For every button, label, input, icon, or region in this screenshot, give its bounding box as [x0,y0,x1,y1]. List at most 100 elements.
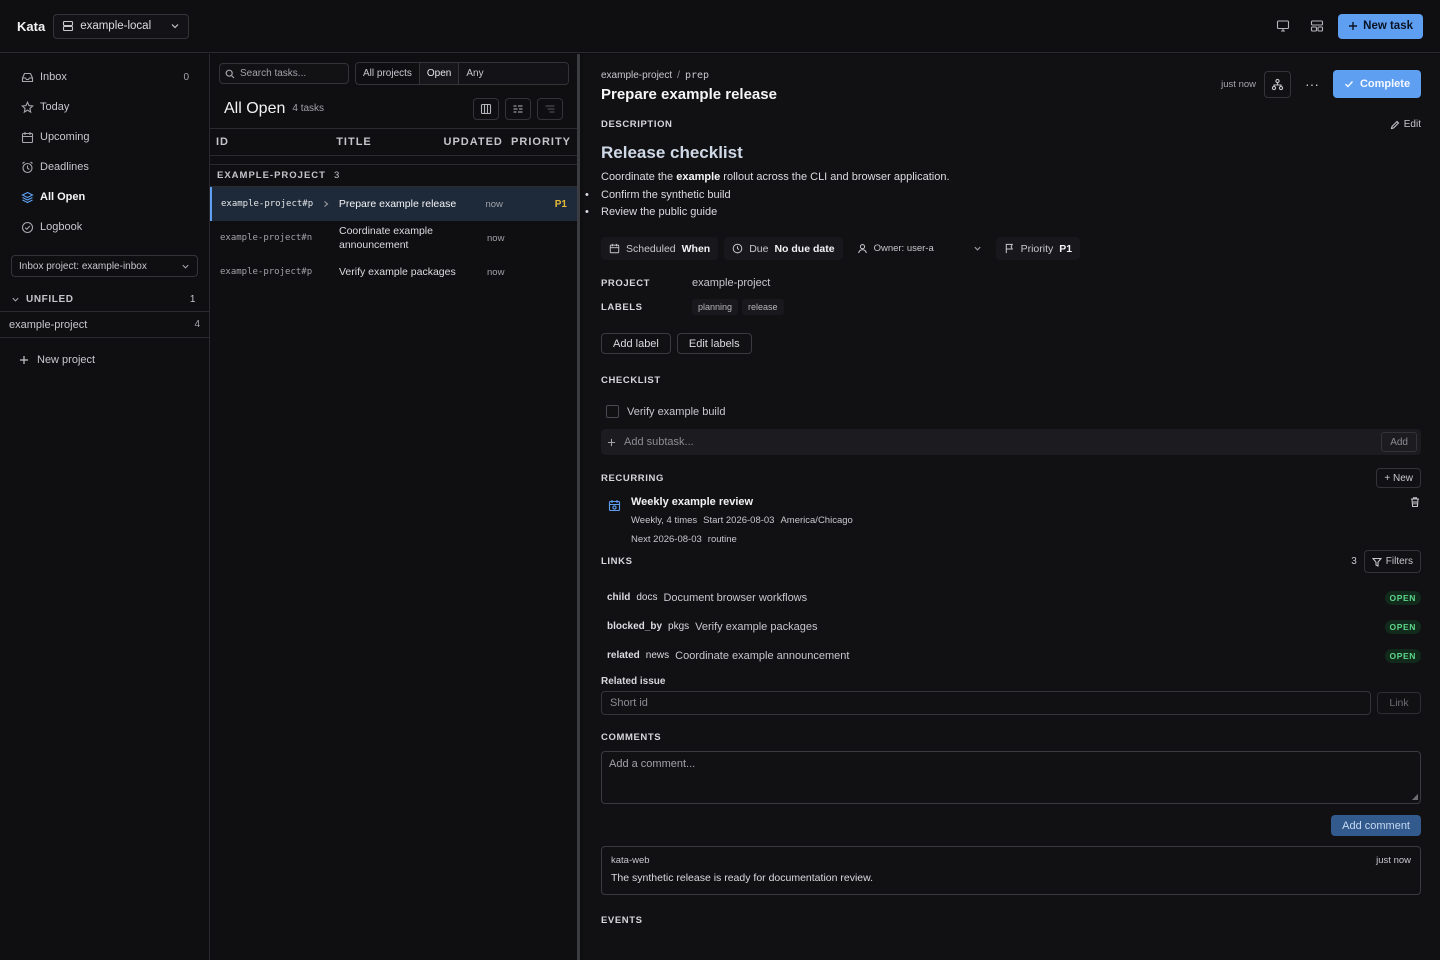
recurring-header: RECURRING + New [601,468,1421,488]
new-task-button[interactable]: New task [1338,13,1423,39]
related-issue-input[interactable]: Short id [601,691,1371,715]
search-icon [225,69,235,79]
link-row[interactable]: related news Coordinate example announce… [601,641,1421,670]
add-label-button[interactable]: Add label [601,333,671,354]
search-input[interactable]: Search tasks... [219,63,349,84]
link-row[interactable]: blocked_by pkgs Verify example packages … [601,612,1421,641]
task-updated: now [485,198,503,210]
list-item: Confirm the synthetic build [585,187,1421,204]
add-comment-button[interactable]: Add comment [1331,815,1421,836]
chevron-right-icon[interactable] [322,200,339,208]
events-label: EVENTS [601,915,643,926]
link-title: Coordinate example announcement [675,649,850,662]
comment-text: The synthetic release is ready for docum… [611,872,874,884]
priority-value: P1 [1059,242,1073,255]
link-row[interactable]: child docs Document browser workflows OP… [601,583,1421,612]
comment-textarea[interactable]: Add a comment... ◢ [601,751,1421,804]
unfiled-section-header[interactable]: UNFILED 1 [0,288,209,312]
columns-view-button[interactable] [473,97,499,120]
column-updated[interactable]: UPDATED [444,136,512,148]
app-brand: Kata [17,18,46,34]
description-paragraph: Coordinate the example rollout across th… [601,171,1421,183]
group-header[interactable]: EXAMPLE-PROJECT 3 [210,164,577,187]
edit-description-button[interactable]: Edit [1390,119,1421,130]
link-project: pkgs [668,621,690,632]
sidebar-item-label: Inbox [40,71,67,83]
recurring-details: Weekly, 4 times Start 2026-08-03 America… [631,515,1409,526]
project-key: PROJECT [601,277,651,289]
inbox-icon [21,71,34,84]
filters-button[interactable]: Filters [1363,550,1421,573]
project-filter-select[interactable]: All projects [356,63,420,84]
monitor-icon[interactable] [1270,13,1296,39]
list-title: All Open [224,99,286,117]
sidebar-project-example-project[interactable]: example-project 4 [0,312,209,338]
scheduled-label: Scheduled [626,242,676,255]
table-row[interactable]: example-project#n Coordinate example ann… [210,221,577,255]
add-subtask-field[interactable]: Add subtask... Add [601,429,1421,455]
hierarchy-button[interactable] [1264,70,1291,98]
sidebar-item-deadlines[interactable]: Deadlines [0,152,209,182]
description-text: rollout across the CLI and browser appli… [720,171,950,183]
status-badge: OPEN [1384,619,1421,634]
sidebar-item-all-open[interactable]: All Open [0,182,209,212]
add-subtask-button[interactable]: Add [1381,432,1417,452]
chevron-down-icon [170,21,180,31]
sidebar-item-today[interactable]: Today [0,92,209,122]
task-title: Verify example packages [339,266,456,278]
filter-bar: Search tasks... All projects Open Any [210,54,577,85]
sidebar-item-logbook[interactable]: Logbook [0,212,209,242]
priority-filter-select[interactable]: Any [459,63,568,84]
column-id[interactable]: ID [216,136,336,148]
calendar-icon [609,243,620,254]
priority-chip[interactable]: Priority P1 [995,237,1081,260]
checklist-label: CHECKLIST [601,375,661,386]
priority-label: Priority [1020,242,1054,255]
scheduled-chip[interactable]: Scheduled When [601,237,719,260]
new-project-button[interactable]: New project [0,349,209,371]
star-icon [21,100,34,114]
links-header: LINKS 3 Filters [601,550,1421,573]
description-label: DESCRIPTION [601,119,673,130]
list-view-button[interactable] [505,97,531,120]
status-filter-select[interactable]: Open [419,63,460,84]
description-header: DESCRIPTION Edit [601,119,1421,130]
owner-select[interactable]: Owner: user-a [849,237,990,260]
breadcrumb-project[interactable]: example-project [601,70,672,81]
trash-icon[interactable] [1409,496,1421,545]
inbox-project-label: Inbox project: example-inbox [19,260,147,272]
due-chip[interactable]: Due No due date [724,237,843,260]
links-count: 3 [1351,556,1357,567]
sidebar-item-inbox[interactable]: Inbox 0 [0,62,209,92]
outline-view-button[interactable] [537,97,563,120]
project-value[interactable]: example-project [692,277,770,289]
project-meta: PROJECT example-project [601,277,1421,289]
workspace-select[interactable]: example-local [53,13,190,39]
table-row[interactable]: example-project#p Verify example package… [210,255,577,289]
sidebar-item-upcoming[interactable]: Upcoming [0,122,209,152]
more-options-icon[interactable]: ··· [1299,76,1325,92]
checklist-checkbox[interactable] [606,405,619,418]
label-actions: Add label Edit labels [601,333,1421,354]
link-button[interactable]: Link [1377,692,1421,714]
description-bold: example [676,171,721,183]
complete-button[interactable]: Complete [1333,70,1421,98]
link-relation: child [607,592,631,603]
link-project: docs [636,592,658,603]
label-pill[interactable]: release [742,299,784,315]
new-recurring-button[interactable]: + New [1376,468,1421,488]
inbox-project-select[interactable]: Inbox project: example-inbox [11,255,198,277]
task-updated: now [487,232,505,244]
resize-handle-icon[interactable]: ◢ [1412,792,1418,801]
status-badge: OPEN [1384,648,1421,663]
project-name: example-project [9,318,88,331]
layout-icon[interactable] [1304,13,1330,39]
plus-icon [1348,21,1358,31]
table-row[interactable]: example-project#p Prepare example releas… [210,187,577,221]
comment-time: just now [1376,855,1411,866]
column-priority[interactable]: PRIORITY [511,136,571,148]
column-title[interactable]: TITLE [336,136,443,148]
edit-labels-button[interactable]: Edit labels [676,333,752,354]
label-pill[interactable]: planning [692,299,739,315]
calendar-icon [21,131,34,144]
